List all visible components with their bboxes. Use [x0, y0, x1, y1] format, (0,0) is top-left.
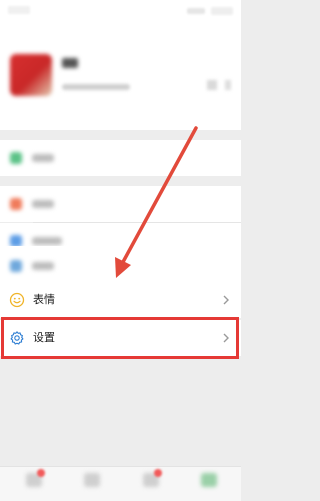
tab-me[interactable]	[201, 473, 217, 487]
bottom-tab-bar	[0, 466, 241, 501]
annotation-arrow	[115, 126, 198, 278]
tab-contacts[interactable]	[84, 473, 100, 487]
discover-badge	[154, 469, 162, 477]
unread-badge	[37, 469, 45, 477]
